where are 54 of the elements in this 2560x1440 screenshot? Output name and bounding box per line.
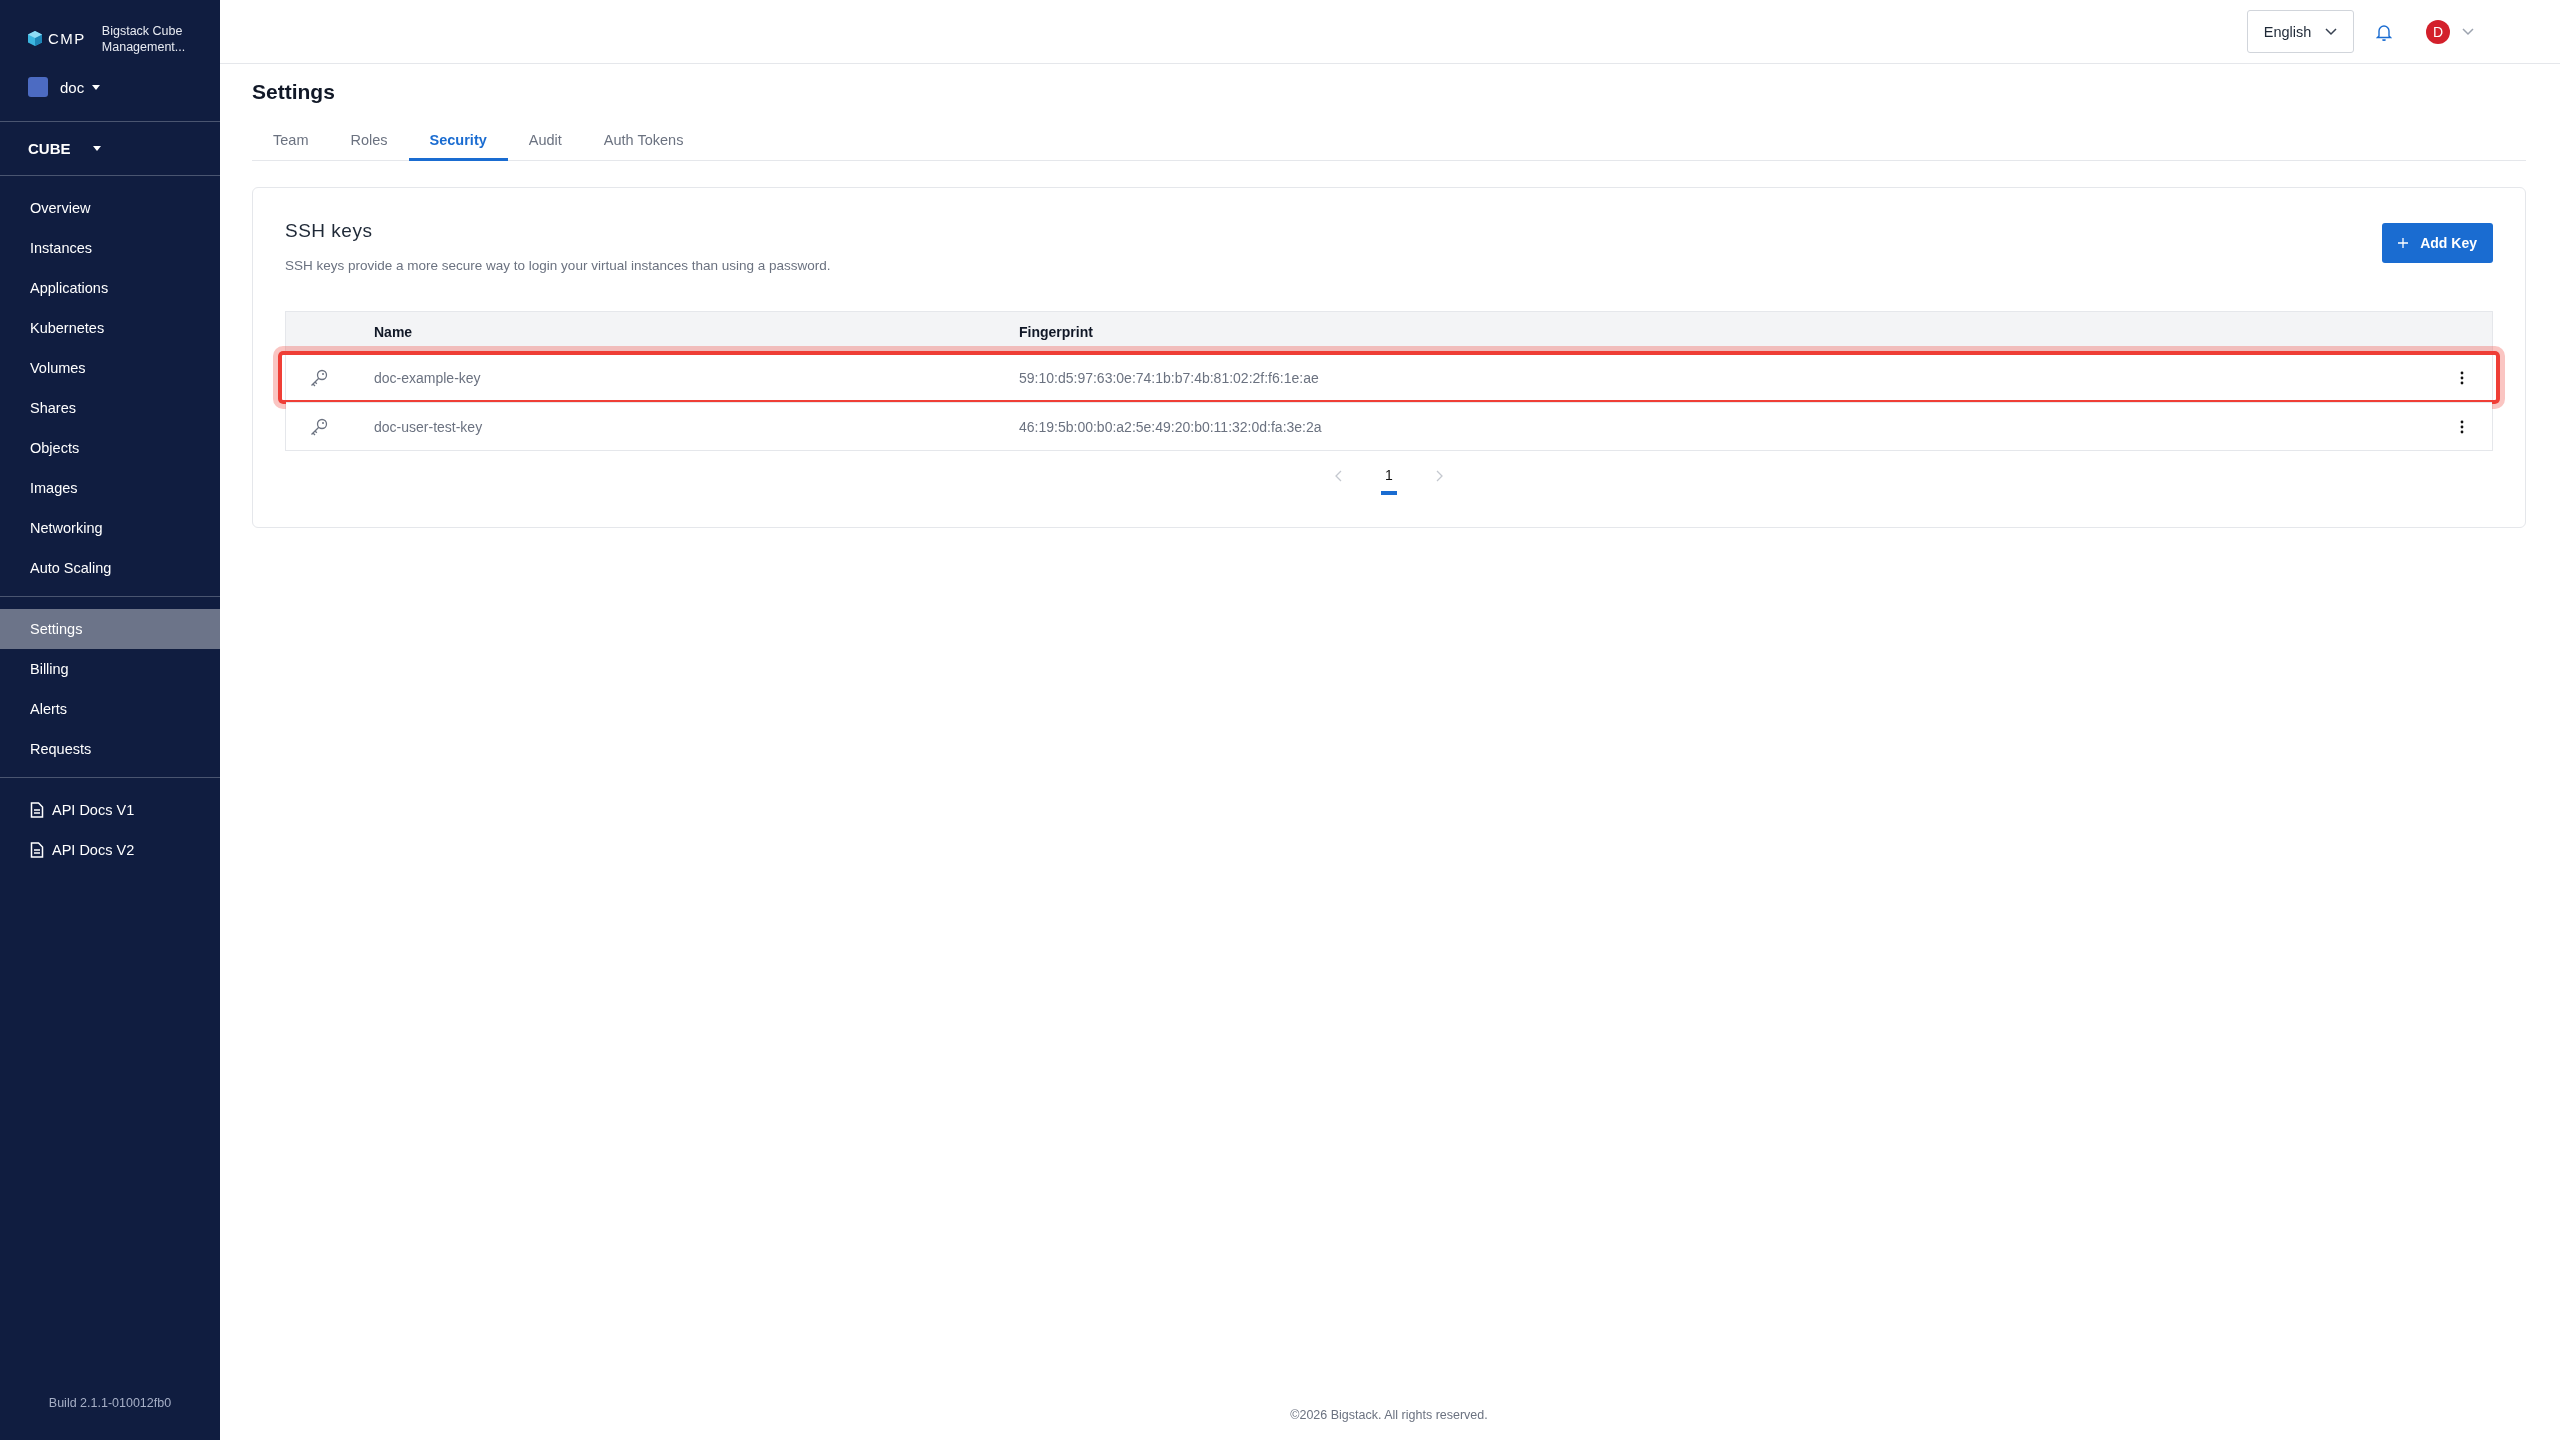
table-cell-text: doc-example-key [374,369,482,386]
key-icon [310,368,328,387]
column-header: Name [374,324,414,340]
sidebar-item[interactable]: Applications [0,268,220,308]
tab[interactable]: Auth Tokens [582,120,705,161]
table-cell-text: 46:19:5b:00:b0:a2:5e:49:20:b0:11:32:0d:fa:3e:2a [1019,418,1323,435]
caret-icon [92,84,101,90]
bell-icon[interactable] [2376,22,2392,41]
cube-icon [28,31,42,46]
api-docs-link[interactable]: API Docs V1 [0,790,220,830]
sidebar-item[interactable]: Requests [0,729,220,769]
user-avatar: D [2426,19,2450,44]
sidebar-item[interactable]: Shares [0,388,220,428]
tab[interactable]: Roles [329,120,409,161]
card-description: SSH keys provide a more secure way to login your virtual instances than using a password. [285,258,831,273]
sidebar-item[interactable]: Networking [0,508,220,548]
sidebar-item[interactable]: Images [0,468,220,508]
caret-icon [92,146,101,151]
product-name: Bigstack Cube Management... [101,22,187,55]
sidebar-item[interactable]: Alerts [0,689,220,729]
key-icon [310,417,328,436]
api-docs-link[interactable]: API Docs V2 [0,830,220,870]
column-header: Fingerprint [1019,324,1094,340]
build-version: Build 2.1.1-010012fb0 [47,1396,173,1412]
card-title: SSH keys [285,220,374,242]
sidebar-item[interactable]: Auto Scaling [0,548,220,588]
tab[interactable]: Security [408,120,508,161]
user-menu[interactable]: D [2426,19,2474,44]
language-select[interactable]: English [2247,10,2354,53]
sidebar-item[interactable]: Billing [0,649,220,689]
logo-text: CMP [48,30,86,47]
tab[interactable]: Audit [507,120,583,161]
chevron-down-icon [2462,27,2474,36]
sidebar-item[interactable]: Settings [0,609,220,649]
chevron-down-icon [2325,27,2338,36]
add-key-button[interactable]: Add Key [2382,223,2493,263]
page-title: Settings [252,80,336,104]
sidebar-item[interactable]: Instances [0,228,220,268]
document-icon [30,802,44,818]
logo[interactable]: CMP [28,30,86,47]
tab[interactable]: Team [252,120,330,161]
sidebar-item[interactable]: Kubernetes [0,308,220,348]
region-dropdown[interactable]: CUBE [28,140,101,157]
project-dropdown[interactable]: doc [60,78,101,96]
sidebar-item[interactable]: Overview [0,188,220,228]
copyright-footer: ©2026 Bigstack. All rights reserved. [252,1408,2526,1440]
project-avatar [28,77,48,97]
page-button[interactable]: 1 [1381,467,1397,495]
sidebar-item[interactable]: Volumes [0,348,220,388]
plus-icon [2398,238,2409,248]
table-cell-text: 59:10:d5:97:63:0e:74:1b:b7:4b:81:02:2f:f6:1e:ae [1019,369,1320,386]
sidebar-item[interactable]: Objects [0,428,220,468]
document-icon [30,842,44,858]
table-cell-text: doc-user-test-key [374,418,484,435]
